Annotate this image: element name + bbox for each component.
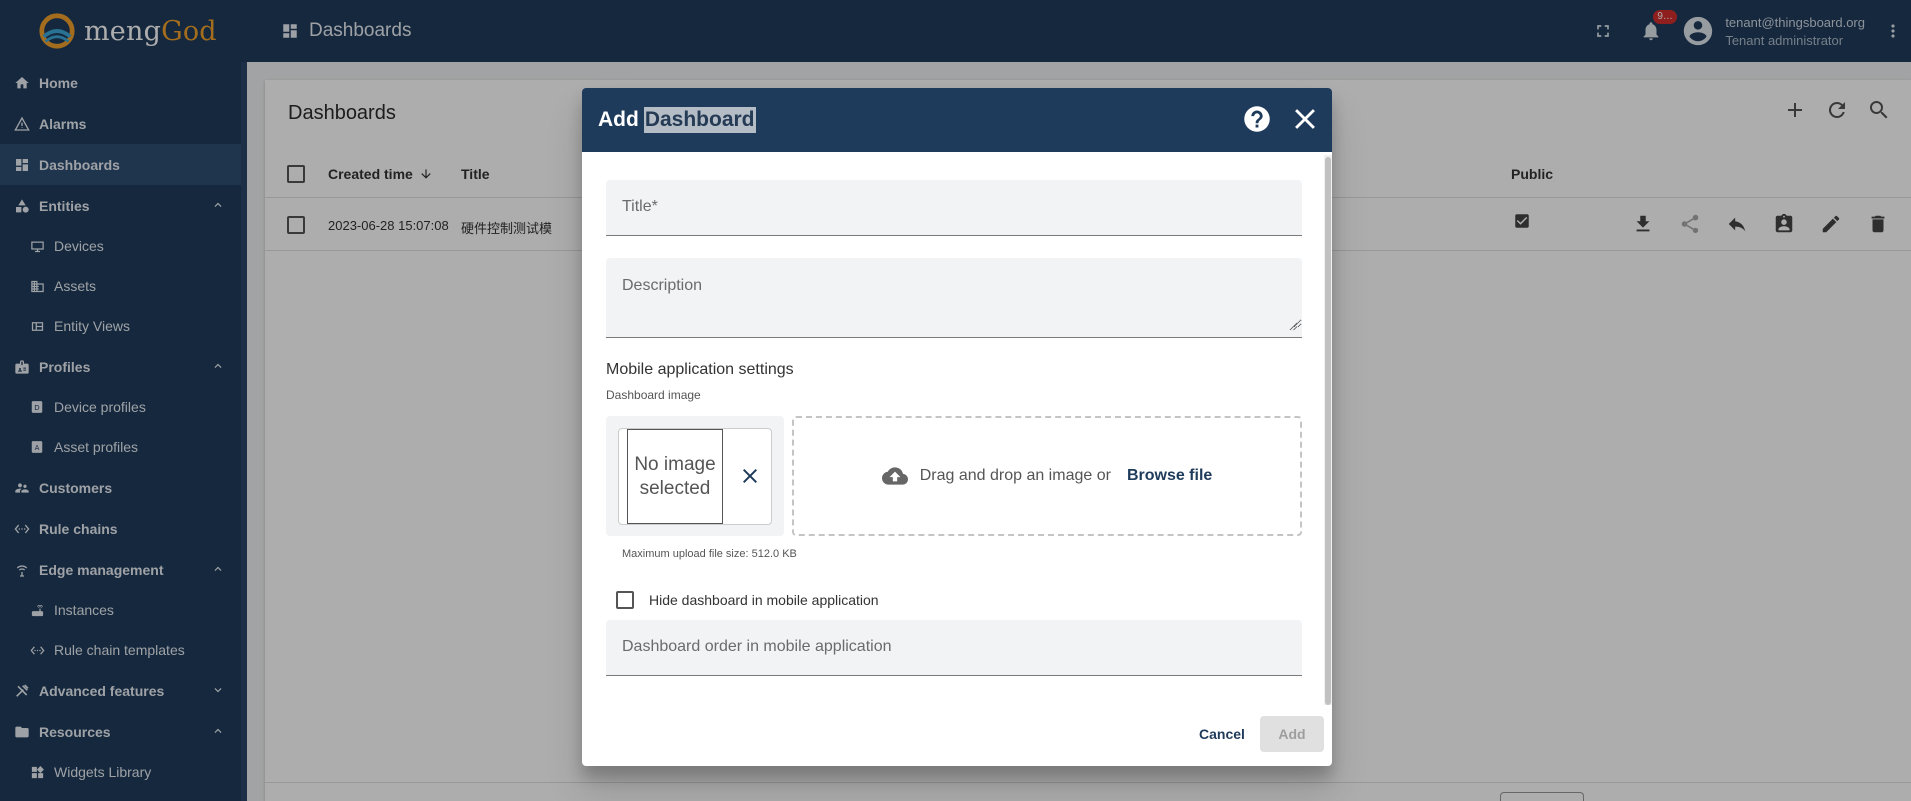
help-icon[interactable] <box>1240 102 1274 136</box>
clear-image-button[interactable] <box>735 461 765 491</box>
dialog-title-selected: Dashboard <box>643 107 756 133</box>
image-preview-area: No image selected <box>606 416 784 536</box>
browse-file-link[interactable]: Browse file <box>1127 467 1212 485</box>
no-image-placeholder: No image selected <box>627 429 723 524</box>
resize-grip-icon[interactable] <box>1289 322 1298 331</box>
description-input[interactable] <box>606 258 1302 328</box>
close-icon <box>743 469 757 483</box>
max-upload-hint: Maximum upload file size: 512.0 KB <box>622 548 797 560</box>
close-icon[interactable] <box>1288 102 1322 136</box>
add-dashboard-dialog: Add Dashboard Mobile application setting… <box>582 88 1332 766</box>
dialog-scrollbar[interactable] <box>1324 155 1332 705</box>
image-preview: No image selected <box>618 428 772 525</box>
hide-in-mobile-row[interactable]: Hide dashboard in mobile application <box>616 591 879 609</box>
mobile-settings-heading: Mobile application settings <box>606 361 794 378</box>
dialog-title-prefix: Add <box>598 108 639 131</box>
dashboard-image-label: Dashboard image <box>606 388 701 402</box>
title-field[interactable] <box>606 180 1302 236</box>
cancel-button[interactable]: Cancel <box>1191 716 1253 752</box>
dialog-actions: Cancel Add <box>582 716 1332 766</box>
mobile-order-input[interactable] <box>606 620 1302 674</box>
dropzone-text: Drag and drop an image or <box>919 467 1111 484</box>
mobile-order-field[interactable] <box>606 620 1302 676</box>
dialog-scroll-thumb[interactable] <box>1325 157 1331 705</box>
description-field[interactable] <box>606 258 1302 338</box>
add-button[interactable]: Add <box>1260 716 1324 752</box>
hide-in-mobile-checkbox[interactable] <box>616 591 634 609</box>
title-input[interactable] <box>606 180 1302 234</box>
dialog-header: Add Dashboard <box>582 88 1332 152</box>
hide-in-mobile-label: Hide dashboard in mobile application <box>649 592 879 608</box>
cloud-upload-icon <box>881 467 908 485</box>
image-dropzone[interactable]: Drag and drop an image or Browse file <box>792 416 1302 536</box>
